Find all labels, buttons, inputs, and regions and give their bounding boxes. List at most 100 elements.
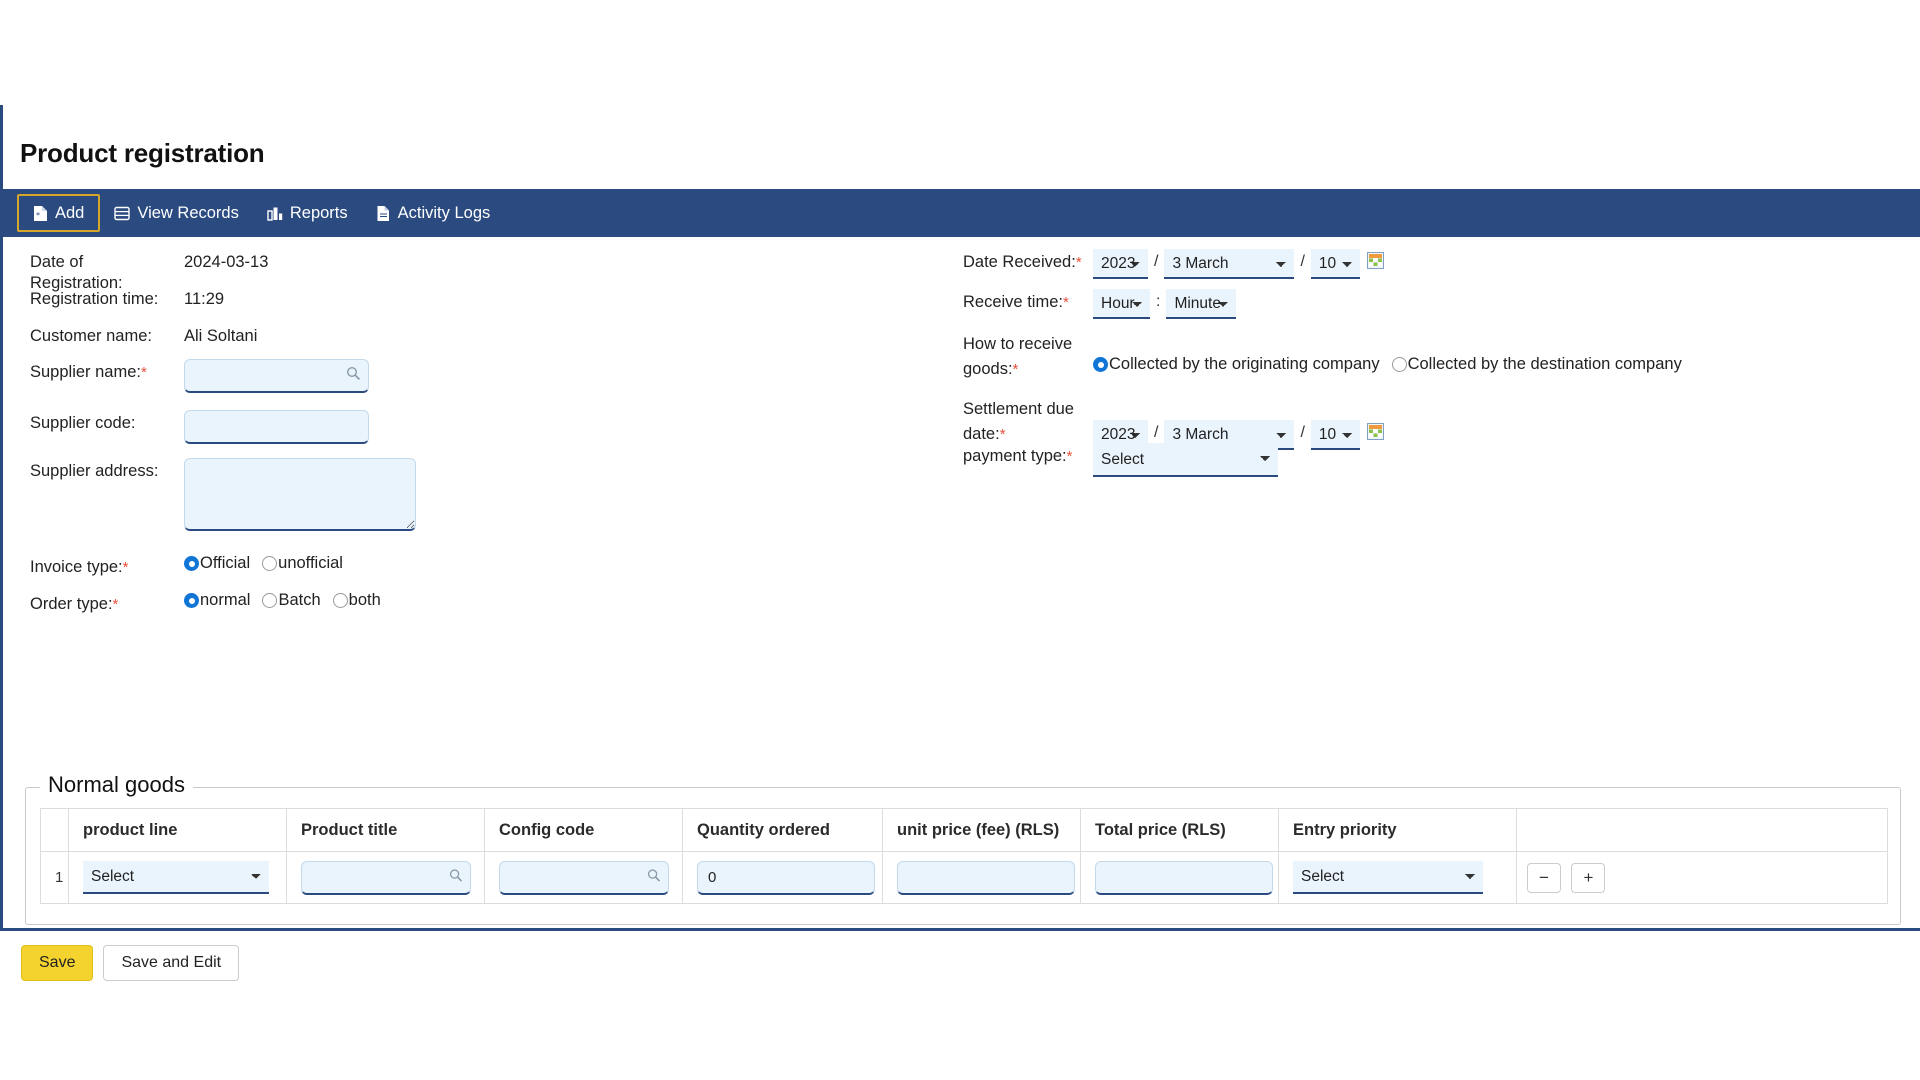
receive-goods-option-originating[interactable]: Collected by the originating company: [1093, 355, 1380, 374]
required-marker: *: [1066, 448, 1073, 465]
cell-product-line: Select: [68, 851, 287, 904]
supplier-address-label: Supplier address:: [30, 462, 159, 480]
normal-goods-legend: Normal goods: [40, 772, 193, 798]
how-to-receive-goods-label-line2: goods:: [963, 360, 1013, 378]
order-type-option-normal[interactable]: normal: [184, 591, 250, 610]
supplier-code-label: Supplier code:: [30, 414, 136, 432]
order-type-label: Order type:*: [30, 591, 160, 615]
column-header-total-price: Total price (RLS): [1080, 808, 1279, 852]
row-number: 1: [40, 851, 69, 904]
required-marker: *: [112, 596, 119, 613]
config-code-input[interactable]: [499, 860, 669, 895]
settlement-due-date-label-line2: date:: [963, 425, 1000, 443]
column-header-actions: [1516, 808, 1888, 852]
order-type-option-both-label: both: [348, 591, 381, 609]
field-how-to-receive-goods: How to receive goods:* Collected by the …: [963, 329, 1694, 382]
tab-add[interactable]: * Add: [17, 194, 101, 232]
date-separator: /: [1154, 424, 1159, 441]
field-supplier-code: Supplier code:: [30, 410, 369, 444]
cell-product-title: [286, 851, 485, 904]
normal-goods-fieldset: Normal goods product line Product title …: [25, 772, 1901, 925]
column-header-product-line: product line: [68, 808, 287, 852]
cell-quantity-ordered: [682, 851, 883, 904]
save-and-edit-button[interactable]: Save and Edit: [103, 945, 240, 981]
date-received-month-select[interactable]: 3 March: [1164, 249, 1295, 279]
product-title-input[interactable]: [301, 860, 471, 895]
order-type-option-both[interactable]: both: [332, 591, 381, 610]
receive-time-label-text: Receive time:: [963, 293, 1063, 311]
radio-dot: [184, 556, 199, 571]
order-type-radio-group: normal Batch both: [184, 591, 393, 610]
calendar-icon[interactable]: [1366, 423, 1384, 445]
tab-view-records-label: View Records: [137, 203, 239, 222]
receive-time-hour-select[interactable]: Hour: [1093, 289, 1150, 319]
customer-name-value: Ali Soltani: [184, 327, 258, 345]
table-row: 1 Select 0 Select − +: [40, 851, 1888, 904]
document-icon: [376, 205, 391, 222]
row-number-header: [40, 808, 69, 852]
field-order-type: Order type:* normal Batch both: [30, 591, 393, 615]
settlement-due-date-day-select[interactable]: 10: [1310, 420, 1360, 450]
time-separator: :: [1156, 293, 1161, 310]
field-customer-name: Customer name: Ali Soltani: [30, 323, 257, 347]
goods-table: product line Product title Config code Q…: [40, 808, 1888, 904]
radio-dot: [332, 593, 348, 608]
entry-priority-select[interactable]: Select: [1293, 861, 1483, 894]
payment-type-label: payment type:*: [963, 443, 1091, 467]
supplier-address-textarea[interactable]: [184, 458, 416, 531]
date-received-day-select[interactable]: 10: [1310, 249, 1360, 279]
date-received-year-select[interactable]: 2023: [1093, 249, 1148, 279]
payment-type-select[interactable]: Select: [1093, 443, 1278, 477]
date-received-label-text: Date Received:: [963, 253, 1076, 271]
column-header-config-code: Config code: [484, 808, 683, 852]
page-title: Product registration: [20, 138, 265, 168]
invoice-type-option-unofficial-label: unofficial: [278, 554, 343, 572]
svg-text:*: *: [36, 211, 40, 220]
receive-goods-option-destination[interactable]: Collected by the destination company: [1391, 355, 1682, 374]
cell-row-actions: − +: [1516, 851, 1888, 904]
tab-view-records[interactable]: View Records: [100, 194, 253, 232]
receive-goods-option-originating-label: Collected by the originating company: [1109, 355, 1380, 373]
required-marker: *: [1075, 254, 1082, 271]
tab-activity-logs[interactable]: Activity Logs: [362, 194, 505, 232]
order-type-label-text: Order type:: [30, 595, 113, 613]
invoice-type-option-official[interactable]: Official: [184, 554, 250, 573]
order-type-option-batch[interactable]: Batch: [262, 591, 321, 610]
quantity-ordered-input[interactable]: [697, 860, 875, 895]
remove-row-button[interactable]: −: [1527, 862, 1561, 893]
supplier-name-input[interactable]: [184, 359, 369, 393]
bar-chart-icon: [267, 206, 283, 221]
field-supplier-address: Supplier address:: [30, 458, 416, 531]
date-separator: /: [1300, 424, 1305, 441]
required-marker: *: [999, 426, 1006, 443]
supplier-name-label: Supplier name:*: [30, 359, 160, 383]
tab-reports[interactable]: Reports: [253, 194, 362, 232]
page-container: Product registration * Add View Records …: [0, 105, 1920, 981]
invoice-type-option-unofficial[interactable]: unofficial: [262, 554, 343, 573]
invoice-type-label: Invoice type:*: [30, 554, 160, 578]
required-marker: *: [140, 364, 147, 381]
cell-entry-priority: Select: [1278, 851, 1517, 904]
radio-dot: [1093, 357, 1108, 372]
file-add-icon: *: [33, 205, 48, 222]
receive-time-minute-select[interactable]: Minute: [1166, 289, 1237, 319]
how-to-receive-goods-radio-group: Collected by the originating company Col…: [1093, 355, 1694, 374]
calendar-icon[interactable]: [1366, 252, 1384, 274]
required-marker: *: [1062, 294, 1069, 311]
invoice-type-radio-group: Official unofficial: [184, 554, 355, 573]
total-price-input[interactable]: [1095, 860, 1273, 895]
column-header-quantity-ordered: Quantity ordered: [682, 808, 883, 852]
supplier-name-label-text: Supplier name:: [30, 363, 141, 381]
required-marker: *: [122, 559, 129, 576]
how-to-receive-goods-label-line1: How to receive: [963, 335, 1073, 353]
product-line-select[interactable]: Select: [83, 861, 269, 894]
unit-price-input[interactable]: [897, 860, 1075, 895]
field-payment-type: payment type:* Select: [963, 443, 1278, 477]
invoice-type-label-text: Invoice type:: [30, 558, 123, 576]
field-receive-time: Receive time:* Hour : Minute: [963, 289, 1237, 319]
supplier-code-input[interactable]: [184, 410, 369, 444]
cell-total-price: [1080, 851, 1279, 904]
save-button[interactable]: Save: [21, 945, 94, 981]
add-row-button[interactable]: +: [1571, 862, 1606, 893]
settlement-due-date-label: Settlement due date:*: [963, 394, 1091, 447]
